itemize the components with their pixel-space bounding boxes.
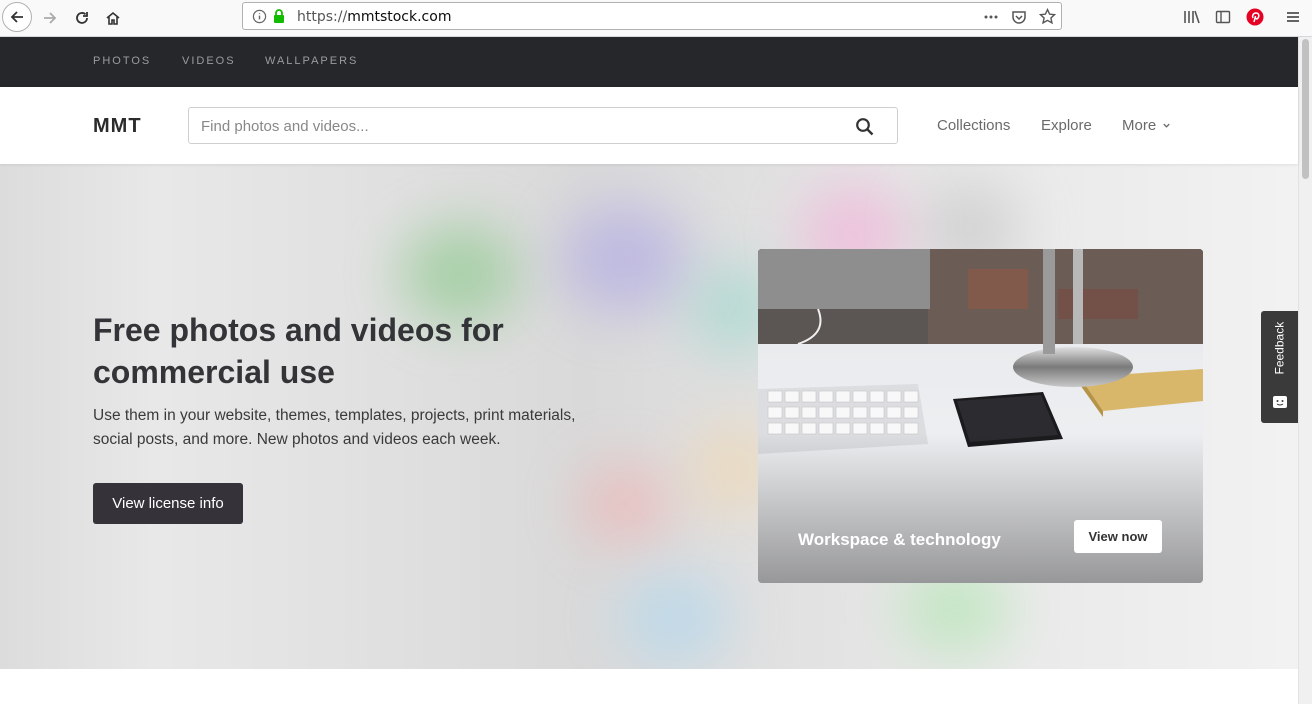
- top-category-nav: PHOTOS VIDEOS WALLPAPERS: [0, 37, 1298, 87]
- site-logo[interactable]: MMT: [93, 115, 142, 138]
- home-icon: [106, 11, 120, 25]
- nav-wallpapers-link[interactable]: WALLPAPERS: [265, 55, 358, 67]
- hero-description: Use them in your website, themes, templa…: [93, 407, 576, 448]
- page-scrollbar[interactable]: [1298, 37, 1312, 704]
- search-box: [188, 107, 898, 144]
- url-text: https://mmtstock.com: [297, 9, 452, 25]
- background-blur: [560, 204, 690, 314]
- library-icon[interactable]: [1183, 9, 1200, 25]
- address-bar[interactable]: https://mmtstock.com: [242, 2, 1062, 30]
- chevron-down-icon: [1163, 123, 1171, 128]
- feedback-face-icon: [1273, 396, 1287, 408]
- page-actions-icon[interactable]: [983, 9, 999, 25]
- bookmark-star-icon[interactable]: [1039, 8, 1056, 25]
- forward-button[interactable]: [36, 4, 64, 32]
- collection-title: Workspace & technology: [798, 530, 1001, 549]
- browser-toolbar: https://mmtstock.com: [0, 0, 1312, 37]
- view-now-button[interactable]: View now: [1074, 520, 1162, 553]
- nav-videos-link[interactable]: VIDEOS: [182, 55, 236, 67]
- collections-link[interactable]: Collections: [937, 117, 1010, 134]
- home-button[interactable]: [99, 4, 127, 32]
- more-label: More: [1122, 117, 1157, 134]
- back-button[interactable]: [2, 2, 32, 32]
- hero-section: Free photos and videos for commercial us…: [0, 164, 1298, 669]
- lock-icon: [274, 9, 284, 23]
- more-dropdown[interactable]: More: [1122, 117, 1171, 134]
- info-icon[interactable]: [252, 9, 267, 24]
- nav-photos-link[interactable]: PHOTOS: [93, 55, 151, 67]
- reload-button[interactable]: [68, 4, 96, 32]
- background-blur: [620, 574, 730, 664]
- search-input[interactable]: [201, 116, 801, 136]
- arrow-right-icon: [44, 12, 57, 24]
- reload-icon: [76, 12, 88, 24]
- feedback-label: Feedback: [1272, 321, 1287, 375]
- menu-icon[interactable]: [1285, 9, 1301, 25]
- background-blur: [580, 464, 670, 544]
- hero-title: Free photos and videos for commercial us…: [93, 312, 504, 390]
- sidebar-icon[interactable]: [1215, 9, 1231, 25]
- pocket-icon[interactable]: [1011, 9, 1027, 25]
- pinterest-icon[interactable]: [1246, 8, 1264, 26]
- arrow-left-icon: [10, 11, 23, 23]
- feedback-tab[interactable]: Feedback: [1261, 311, 1298, 423]
- site-header: MMT Collections Explore More: [0, 87, 1298, 164]
- featured-collection-card[interactable]: Workspace & technology View now: [758, 249, 1203, 583]
- search-icon[interactable]: [855, 117, 875, 137]
- scrollbar-thumb[interactable]: [1302, 39, 1309, 179]
- view-license-button[interactable]: View license info: [93, 483, 243, 524]
- explore-link[interactable]: Explore: [1041, 117, 1092, 134]
